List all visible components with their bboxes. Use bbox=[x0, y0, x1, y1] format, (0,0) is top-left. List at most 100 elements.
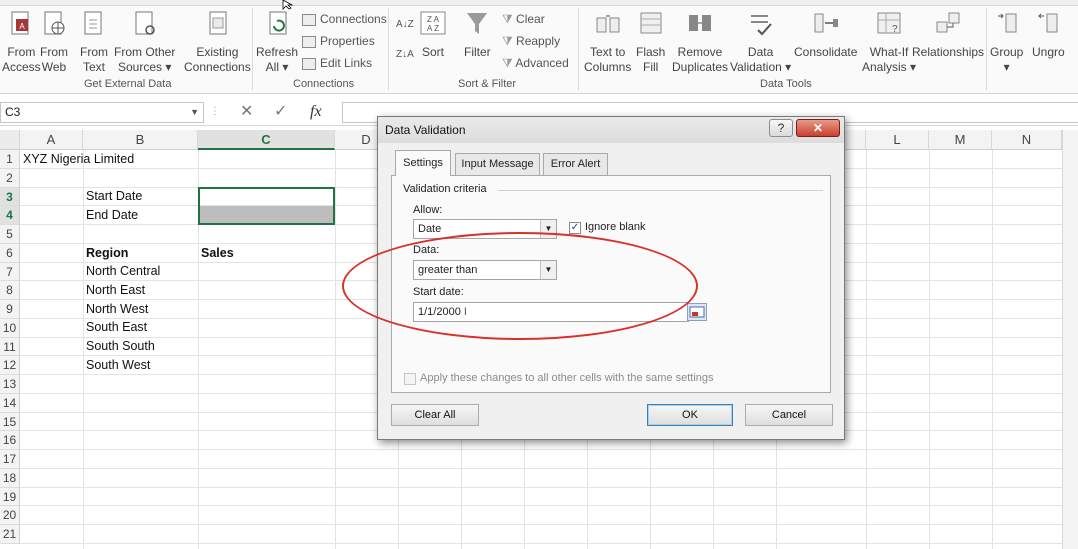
row-header-3[interactable]: 3 bbox=[0, 187, 20, 207]
row-header-9[interactable]: 9 bbox=[0, 300, 20, 319]
what-if-analysis-button[interactable]: ? What-If Analysis ▾ bbox=[862, 10, 916, 75]
row-header-16[interactable]: 16 bbox=[0, 431, 20, 450]
dialog-title: Data Validation bbox=[385, 123, 466, 137]
row-header-8[interactable]: 8 bbox=[0, 281, 20, 300]
advanced-button[interactable]: ⧩ Advanced bbox=[502, 54, 569, 72]
selection-range-c3-c4[interactable] bbox=[198, 187, 335, 225]
sort-a-z-button[interactable]: A↓Z bbox=[396, 16, 414, 34]
column-header-c[interactable]: C bbox=[198, 130, 335, 150]
close-button[interactable]: ✕ bbox=[796, 119, 840, 137]
ungroup-button[interactable]: Ungro bbox=[1032, 10, 1065, 60]
cell-b4-end-date-label[interactable]: End Date bbox=[86, 206, 138, 224]
connections-button[interactable]: Connections bbox=[302, 10, 387, 28]
filter-button[interactable]: Filter bbox=[464, 10, 491, 60]
name-box[interactable]: C3 ▼ bbox=[0, 102, 204, 123]
row-gridline bbox=[20, 505, 1062, 507]
vertical-scrollbar[interactable] bbox=[1062, 130, 1078, 549]
column-header-a[interactable]: A bbox=[20, 130, 83, 150]
cell-region[interactable]: South South bbox=[86, 337, 155, 355]
row-header-13[interactable]: 13 bbox=[0, 375, 20, 394]
reapply-button[interactable]: ⧩ Reapply bbox=[502, 32, 560, 50]
cell-region[interactable]: South West bbox=[86, 356, 150, 374]
select-all-corner[interactable] bbox=[0, 130, 20, 150]
label-line2: Analysis ▾ bbox=[862, 60, 917, 74]
svg-text:A Z: A Z bbox=[427, 24, 439, 33]
tab-error-alert[interactable]: Error Alert bbox=[543, 153, 608, 175]
consolidate-button[interactable]: Consolidate bbox=[794, 10, 857, 60]
sort-button[interactable]: Z AA Z Sort bbox=[420, 10, 446, 60]
mouse-cursor-icon bbox=[282, 0, 294, 10]
from-web-button[interactable]: From Web bbox=[40, 10, 68, 75]
row-header-14[interactable]: 14 bbox=[0, 393, 20, 413]
cell-region[interactable]: North West bbox=[86, 300, 148, 318]
tab-input-message[interactable]: Input Message bbox=[455, 153, 540, 175]
chevron-down-icon[interactable]: ▼ bbox=[190, 103, 199, 122]
from-other-sources-button[interactable]: From Other Sources ▾ bbox=[114, 10, 175, 75]
label-line1: Relationships bbox=[912, 45, 985, 59]
sort-z-a-button[interactable]: Z↓A bbox=[396, 46, 414, 64]
column-header-b[interactable]: B bbox=[83, 130, 198, 150]
row-gridline bbox=[20, 524, 1062, 525]
cancel-button[interactable]: Cancel bbox=[745, 404, 833, 426]
range-select-icon bbox=[689, 306, 705, 318]
label-line1: What-If bbox=[869, 45, 909, 59]
row-header-6[interactable]: 6 bbox=[0, 243, 20, 263]
row-header-17[interactable]: 17 bbox=[0, 450, 20, 469]
from-access-button[interactable]: A From Access bbox=[2, 10, 41, 75]
row-header-11[interactable]: 11 bbox=[0, 337, 20, 357]
column-header-l[interactable]: L bbox=[866, 130, 929, 150]
row-header-5[interactable]: 5 bbox=[0, 225, 20, 244]
cell-b6-region-header[interactable]: Region bbox=[86, 244, 128, 262]
row-header-10[interactable]: 10 bbox=[0, 318, 20, 338]
edit-links-button[interactable]: Edit Links bbox=[302, 54, 372, 72]
row-gridline bbox=[20, 542, 1062, 544]
cell-region[interactable]: North Central bbox=[86, 262, 160, 280]
help-button[interactable]: ? bbox=[769, 119, 793, 137]
column-header-n[interactable]: N bbox=[992, 130, 1062, 150]
other-sources-icon bbox=[135, 11, 155, 35]
row-header-2[interactable]: 2 bbox=[0, 168, 20, 188]
row-header-18[interactable]: 18 bbox=[0, 468, 20, 488]
apply-all-label[interactable]: Apply these changes to all other cells w… bbox=[420, 372, 714, 384]
cell-region[interactable]: South East bbox=[86, 318, 147, 336]
row-header-4[interactable]: 4 bbox=[0, 206, 20, 225]
cell-b3-start-date-label[interactable]: Start Date bbox=[86, 187, 142, 205]
data-validation-button[interactable]: Data Validation ▾ bbox=[730, 10, 791, 75]
refresh-all-button[interactable]: Refresh All ▾ bbox=[256, 10, 298, 75]
column-header-m[interactable]: M bbox=[929, 130, 992, 150]
clear-all-button[interactable]: Clear All bbox=[391, 404, 479, 426]
remove-duplicates-button[interactable]: Remove Duplicates bbox=[672, 10, 728, 75]
ignore-blank-checkbox[interactable]: ✓ bbox=[569, 222, 581, 234]
row-header-20[interactable]: 20 bbox=[0, 506, 20, 525]
clear-filter-button[interactable]: ⧩ Clear bbox=[502, 10, 545, 28]
group-button[interactable]: Group ▾ bbox=[990, 10, 1023, 75]
row-header-21[interactable]: 21 bbox=[0, 525, 20, 544]
insert-function-icon[interactable]: fx bbox=[310, 102, 322, 122]
row-header-1[interactable]: 1 bbox=[0, 150, 20, 169]
cell-a1-company-name[interactable]: XYZ Nigeria Limited bbox=[23, 150, 134, 168]
enter-formula-icon[interactable]: ✓ bbox=[274, 102, 287, 122]
row-header-7[interactable]: 7 bbox=[0, 262, 20, 282]
text-to-columns-button[interactable]: Text to Columns bbox=[584, 10, 631, 75]
existing-connections-button[interactable]: Existing Connections bbox=[184, 10, 251, 75]
cancel-formula-icon[interactable]: ✕ bbox=[240, 102, 253, 122]
ok-button[interactable]: OK bbox=[647, 404, 733, 426]
cell-region[interactable]: North East bbox=[86, 281, 145, 299]
label-line1: Data bbox=[747, 45, 774, 59]
label-line2: Columns bbox=[584, 60, 632, 74]
ignore-blank-label[interactable]: Ignore blank bbox=[585, 221, 646, 233]
row-header-15[interactable]: 15 bbox=[0, 412, 20, 432]
properties-button[interactable]: Properties bbox=[302, 32, 375, 50]
relationships-button[interactable]: Relationships bbox=[912, 10, 984, 60]
row-header-19[interactable]: 19 bbox=[0, 487, 20, 507]
flash-fill-button[interactable]: Flash Fill bbox=[636, 10, 665, 75]
excel-window: A From Access From Web From Text From Ot… bbox=[0, 0, 1078, 549]
from-text-button[interactable]: From Text bbox=[80, 10, 108, 75]
row-header-12[interactable]: 12 bbox=[0, 356, 20, 375]
collapse-dialog-button[interactable] bbox=[687, 303, 707, 321]
apply-all-checkbox[interactable] bbox=[404, 373, 416, 385]
dialog-titlebar[interactable]: Data Validation ? ✕ bbox=[378, 117, 844, 143]
cell-c6-sales-header[interactable]: Sales bbox=[201, 244, 234, 262]
group-separator bbox=[388, 8, 389, 90]
tab-settings[interactable]: Settings bbox=[395, 150, 451, 176]
